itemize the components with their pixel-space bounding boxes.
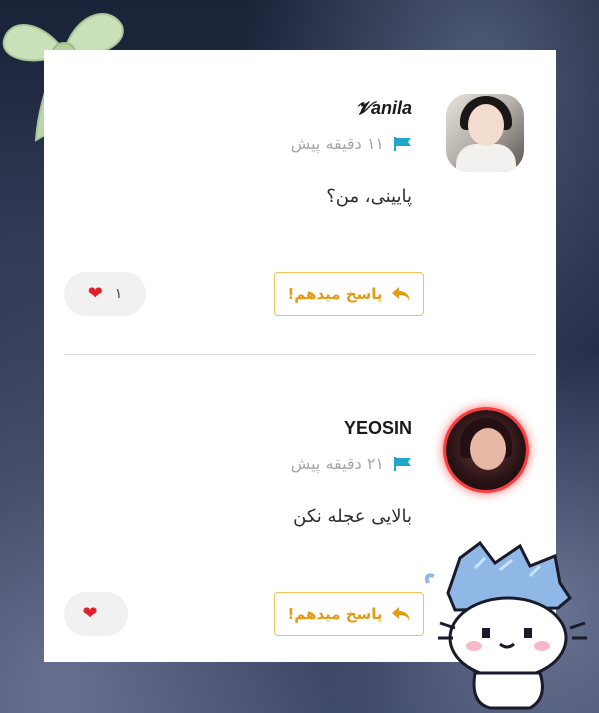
flag-icon[interactable] (394, 136, 412, 151)
avatar[interactable] (446, 410, 526, 490)
reply-arrow-icon (391, 287, 410, 301)
username[interactable]: 𝓥anila (356, 98, 412, 119)
reply-label: پاسخ میدهم! (287, 285, 383, 303)
heart-icon: ❤ (82, 603, 98, 624)
avatar[interactable] (446, 94, 524, 172)
heart-icon: ❤ (87, 283, 103, 304)
comment-meta: ۱۱ دقیقه پیش (291, 134, 412, 153)
comment-time: ۲۱ دقیقه پیش (290, 454, 384, 473)
reply-arrow-icon (391, 607, 410, 621)
reply-button[interactable]: پاسخ میدهم! (274, 592, 424, 636)
comment-text: پایینی، من؟ (326, 186, 412, 207)
cat-sticker (424, 540, 587, 710)
like-button[interactable]: ❤ (64, 592, 128, 636)
comment-divider (64, 354, 536, 355)
reply-label: پاسخ میدهم! (287, 605, 383, 623)
flag-icon[interactable] (394, 456, 412, 471)
comment-meta: ۲۱ دقیقه پیش (291, 454, 412, 473)
like-count: ۱ (114, 286, 123, 302)
comment-time: ۱۱ دقیقه پیش (290, 134, 384, 153)
comment-item: 𝓥anila ۱۱ دقیقه پیش پایینی، من؟ پاسخ مید… (44, 50, 556, 350)
reply-button[interactable]: پاسخ میدهم! (274, 272, 424, 316)
username[interactable]: YEOSIN (344, 418, 412, 439)
comment-text: بالایی عجله نکن (293, 506, 412, 527)
like-button[interactable]: ❤ ۱ (64, 272, 146, 316)
